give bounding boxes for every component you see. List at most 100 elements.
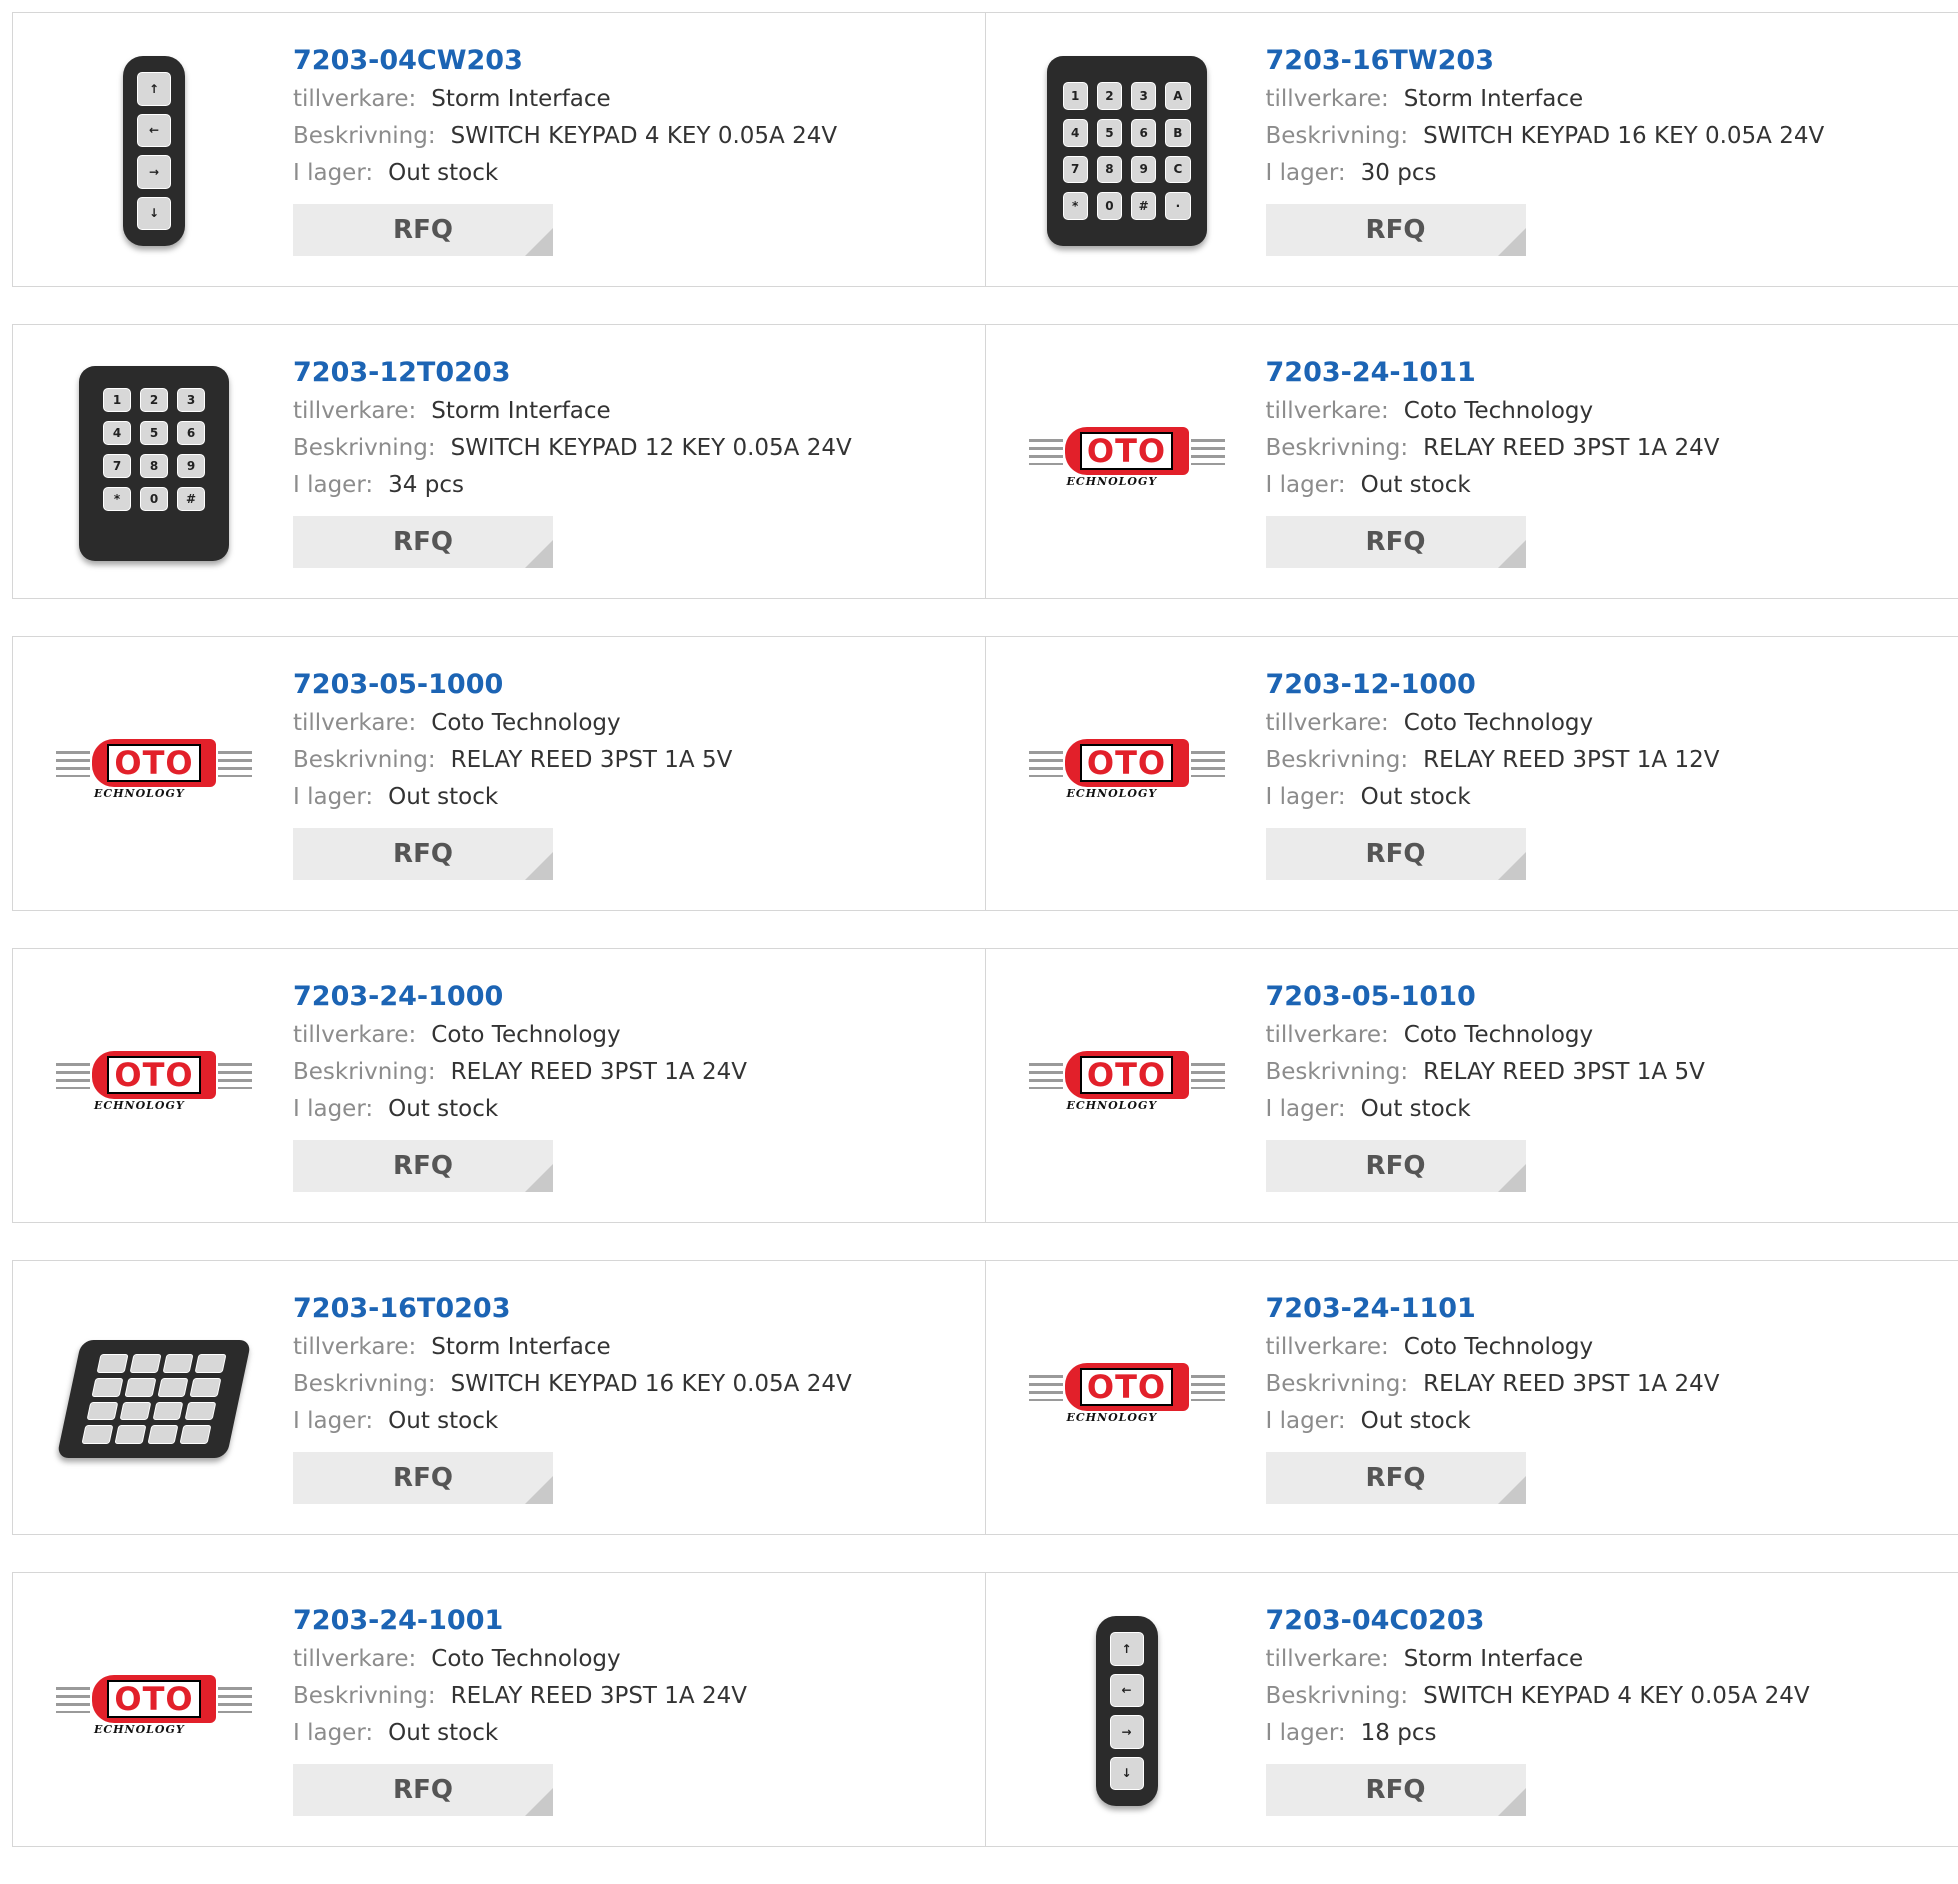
manufacturer-label: tillverkare: [1266, 710, 1389, 736]
product-info: 7203-04CW203 tillverkare:Storm Interface… [293, 43, 837, 256]
keypad-key: C [1165, 156, 1190, 184]
coto-technology-logo: OTOECHNOLOGY [56, 1671, 252, 1751]
rfq-button[interactable]: RFQ [293, 1452, 553, 1504]
product-info: 7203-24-1000 tillverkare:Coto Technology… [293, 979, 747, 1192]
product-card: OTOECHNOLOGY 7203-05-1010 tillverkare:Co… [985, 948, 1958, 1223]
manufacturer-value: Storm Interface [431, 1334, 610, 1360]
description-value: SWITCH KEYPAD 16 KEY 0.05A 24V [451, 1371, 852, 1397]
stock-label: I lager: [293, 472, 373, 498]
rfq-label: RFQ [1366, 1775, 1426, 1805]
product-image[interactable]: OTOECHNOLOGY [1027, 363, 1227, 563]
manufacturer-label: tillverkare: [293, 710, 416, 736]
description-row: Beskrivning:SWITCH KEYPAD 16 KEY 0.05A 2… [293, 1366, 852, 1403]
product-image[interactable]: ↑←→↓ [1027, 1611, 1227, 1811]
description-row: Beskrivning:RELAY REED 3PST 1A 5V [293, 742, 732, 779]
stock-label: I lager: [293, 784, 373, 810]
rfq-label: RFQ [1366, 839, 1426, 869]
keypad-key: 6 [1131, 119, 1156, 147]
manufacturer-label: tillverkare: [293, 86, 416, 112]
stock-row: I lager:Out stock [293, 1715, 747, 1752]
stock-value: 34 pcs [388, 472, 464, 498]
description-row: Beskrivning:RELAY REED 3PST 1A 24V [1266, 1366, 1720, 1403]
product-image[interactable]: OTOECHNOLOGY [1027, 675, 1227, 875]
stock-row: I lager:Out stock [1266, 779, 1720, 816]
product-image[interactable]: OTOECHNOLOGY [54, 1611, 254, 1811]
description-label: Beskrivning: [1266, 1059, 1409, 1085]
product-image[interactable]: OTOECHNOLOGY [1027, 987, 1227, 1187]
part-number-link[interactable]: 7203-04CW203 [293, 43, 837, 79]
rfq-button[interactable]: RFQ [293, 1764, 553, 1816]
rfq-button[interactable]: RFQ [1266, 1764, 1526, 1816]
keypad-key: ← [1110, 1674, 1144, 1708]
stock-value: Out stock [388, 784, 498, 810]
keypad-key: 0 [1097, 192, 1122, 220]
stock-row: I lager:Out stock [1266, 1091, 1705, 1128]
description-row: Beskrivning:RELAY REED 3PST 1A 24V [293, 1054, 747, 1091]
logo-badge: OTO [1065, 427, 1189, 475]
keypad-key: 9 [177, 454, 205, 478]
keypad-key: 1 [1063, 82, 1088, 110]
rfq-button[interactable]: RFQ [1266, 516, 1526, 568]
product-card: OTOECHNOLOGY 7203-24-1101 tillverkare:Co… [985, 1260, 1958, 1535]
stock-row: I lager:30 pcs [1266, 155, 1825, 192]
part-number-link[interactable]: 7203-16T0203 [293, 1291, 852, 1327]
product-image[interactable]: OTOECHNOLOGY [1027, 1299, 1227, 1499]
keypad-key [157, 1378, 189, 1397]
rfq-button[interactable]: RFQ [1266, 204, 1526, 256]
logo-wordmark: OTO [107, 1056, 200, 1094]
keypad-key: 9 [1131, 156, 1156, 184]
rfq-button[interactable]: RFQ [293, 204, 553, 256]
part-number-link[interactable]: 7203-04C0203 [1266, 1603, 1810, 1639]
part-number-link[interactable]: 7203-24-1101 [1266, 1291, 1720, 1327]
product-image[interactable]: 123A456B789C*0#· [1027, 51, 1227, 251]
logo-bars-left [56, 1687, 90, 1713]
button-corner-triangle [1498, 1164, 1526, 1192]
description-value: SWITCH KEYPAD 16 KEY 0.05A 24V [1423, 123, 1824, 149]
manufacturer-label: tillverkare: [293, 1646, 416, 1672]
button-corner-triangle [1498, 852, 1526, 880]
rfq-label: RFQ [393, 839, 453, 869]
keypad-key [97, 1354, 129, 1373]
product-image[interactable]: OTOECHNOLOGY [54, 675, 254, 875]
manufacturer-value: Coto Technology [1404, 398, 1593, 424]
rfq-button[interactable]: RFQ [293, 516, 553, 568]
keypad-16-flat-image [56, 1340, 251, 1458]
stock-value: Out stock [1361, 1408, 1471, 1434]
button-corner-triangle [1498, 540, 1526, 568]
rfq-button[interactable]: RFQ [293, 1140, 553, 1192]
logo-bars-left [1029, 1375, 1063, 1401]
stock-value: Out stock [1361, 784, 1471, 810]
stock-label: I lager: [1266, 472, 1346, 498]
part-number-link[interactable]: 7203-24-1000 [293, 979, 747, 1015]
manufacturer-label: tillverkare: [1266, 398, 1389, 424]
part-number-link[interactable]: 7203-24-1011 [1266, 355, 1720, 391]
logo-badge: OTO [92, 739, 216, 787]
manufacturer-value: Coto Technology [431, 1022, 620, 1048]
rfq-label: RFQ [1366, 1463, 1426, 1493]
description-label: Beskrivning: [293, 747, 436, 773]
product-image[interactable]: OTOECHNOLOGY [54, 987, 254, 1187]
product-image[interactable]: 123456789*0# [54, 363, 254, 563]
part-number-link[interactable]: 7203-05-1000 [293, 667, 732, 703]
logo-badge: OTO [1065, 1051, 1189, 1099]
keypad-12-image: 123456789*0# [79, 366, 229, 561]
manufacturer-row: tillverkare:Storm Interface [1266, 81, 1825, 118]
product-row: OTOECHNOLOGY 7203-24-1001 tillverkare:Co… [12, 1572, 1958, 1847]
rfq-button[interactable]: RFQ [1266, 1140, 1526, 1192]
manufacturer-row: tillverkare:Coto Technology [293, 1017, 747, 1054]
part-number-link[interactable]: 7203-12T0203 [293, 355, 852, 391]
part-number-link[interactable]: 7203-12-1000 [1266, 667, 1720, 703]
description-label: Beskrivning: [293, 1683, 436, 1709]
part-number-link[interactable]: 7203-24-1001 [293, 1603, 747, 1639]
manufacturer-label: tillverkare: [1266, 86, 1389, 112]
button-corner-triangle [525, 852, 553, 880]
product-image[interactable] [54, 1299, 254, 1499]
rfq-button[interactable]: RFQ [293, 828, 553, 880]
product-image[interactable]: ↑←→↓ [54, 51, 254, 251]
rfq-button[interactable]: RFQ [1266, 828, 1526, 880]
keypad-key [119, 1402, 151, 1421]
rfq-button[interactable]: RFQ [1266, 1452, 1526, 1504]
part-number-link[interactable]: 7203-16TW203 [1266, 43, 1825, 79]
stock-row: I lager:18 pcs [1266, 1715, 1810, 1752]
part-number-link[interactable]: 7203-05-1010 [1266, 979, 1705, 1015]
